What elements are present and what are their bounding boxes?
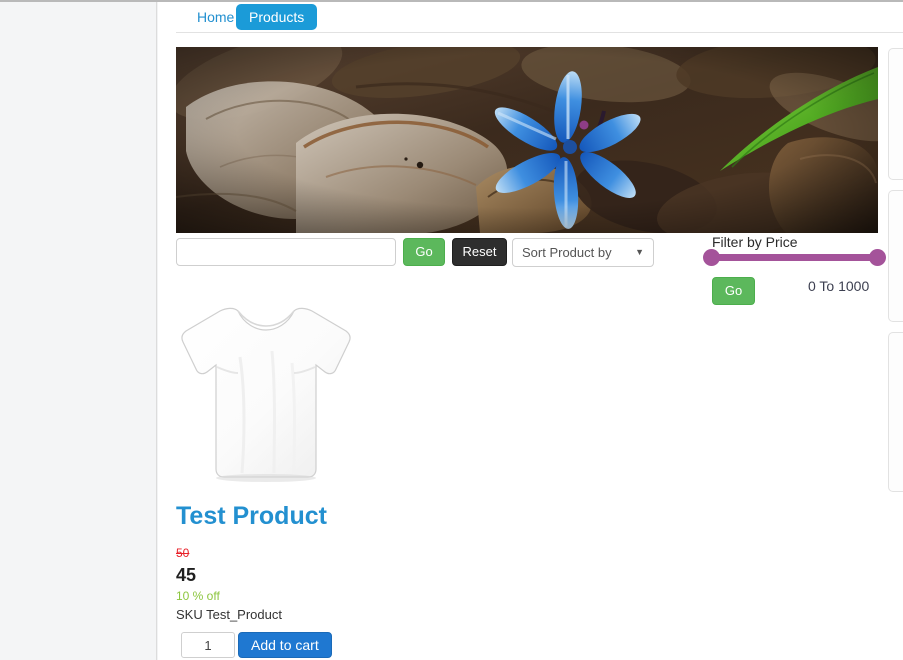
sort-product-select[interactable]: Sort Product by ▼ <box>512 238 654 267</box>
product-price: 45 <box>176 565 197 585</box>
banner-image <box>176 47 878 233</box>
main-content-column: Home Products Go Reset Sort Product by ▼… <box>158 2 903 660</box>
price-slider-handle-min[interactable] <box>703 249 720 266</box>
product-sku: SKU Test_Product <box>176 607 282 622</box>
right-panel-2[interactable] <box>888 190 903 322</box>
product-image[interactable] <box>176 297 356 487</box>
price-filter-go-button[interactable]: Go <box>712 277 755 305</box>
price-range-label: 0 To 1000 <box>808 278 870 294</box>
quantity-input[interactable] <box>181 632 235 658</box>
product-title[interactable]: Test Product <box>176 502 327 531</box>
price-slider-track[interactable] <box>709 254 879 261</box>
tab-bar: Home Products <box>158 2 903 33</box>
page-root: Home Products Go Reset Sort Product by ▼… <box>0 0 903 660</box>
tshirt-illustration <box>181 307 351 482</box>
right-panel-1[interactable] <box>888 48 903 180</box>
banner-photo-illustration <box>176 47 878 233</box>
product-discount-badge: 10 % off <box>176 589 220 603</box>
tab-underline <box>176 32 903 33</box>
sort-product-label: Sort Product by <box>522 245 612 260</box>
reset-button[interactable]: Reset <box>452 238 507 266</box>
price-slider-handle-max[interactable] <box>869 249 886 266</box>
price-filter-title: Filter by Price <box>712 234 798 250</box>
search-input[interactable] <box>176 238 396 266</box>
tab-products[interactable]: Products <box>236 4 318 30</box>
product-old-price: 50 <box>176 546 190 560</box>
add-to-cart-button[interactable]: Add to cart <box>238 632 332 658</box>
left-gutter-column <box>0 2 157 660</box>
chevron-down-icon: ▼ <box>635 247 644 257</box>
right-sidebar-panels <box>888 0 903 660</box>
right-panel-3[interactable] <box>888 332 903 492</box>
search-go-button[interactable]: Go <box>403 238 445 266</box>
